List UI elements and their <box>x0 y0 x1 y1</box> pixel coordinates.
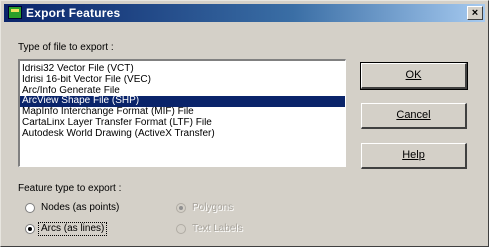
list-item[interactable]: Idrisi32 Vector File (VCT) <box>20 64 345 75</box>
ok-button[interactable]: OK <box>360 62 468 90</box>
close-button[interactable]: × <box>467 6 483 20</box>
list-item[interactable]: MapInfo Interchange Format (MIF) File <box>20 107 345 118</box>
list-item[interactable]: ArcView Shape File (SHP) <box>20 96 345 108</box>
text-labels-radio-label: Text Labels <box>192 223 243 234</box>
cancel-button[interactable]: Cancel <box>361 103 467 129</box>
list-item[interactable]: CartaLinx Layer Transfer Format (LTF) Fi… <box>20 118 345 129</box>
nodes-radio[interactable] <box>25 203 35 213</box>
app-icon <box>8 6 22 19</box>
title-bar[interactable]: Export Features × <box>4 4 485 22</box>
nodes-radio-label[interactable]: Nodes (as points) <box>41 202 119 214</box>
list-item[interactable]: Autodesk World Drawing (ActiveX Transfer… <box>20 129 345 140</box>
file-type-label: Type of file to export : <box>18 42 114 53</box>
polygons-radio <box>176 203 186 213</box>
feature-type-label: Feature type to export : <box>18 183 122 194</box>
polygons-radio-label: Polygons <box>192 202 234 213</box>
dialog-title: Export Features <box>26 6 121 20</box>
arcs-radio[interactable] <box>25 224 35 234</box>
export-features-dialog: Export Features × Type of file to export… <box>0 0 489 247</box>
text-labels-radio <box>176 224 186 234</box>
list-item[interactable]: Idrisi 16-bit Vector File (VEC) <box>20 75 345 86</box>
list-item[interactable]: Arc/Info Generate File <box>20 86 345 97</box>
help-button[interactable]: Help <box>361 143 467 169</box>
file-type-listbox[interactable]: Idrisi32 Vector File (VCT) Idrisi 16-bit… <box>18 59 346 167</box>
arcs-radio-label[interactable]: Arcs (as lines) <box>37 222 108 236</box>
